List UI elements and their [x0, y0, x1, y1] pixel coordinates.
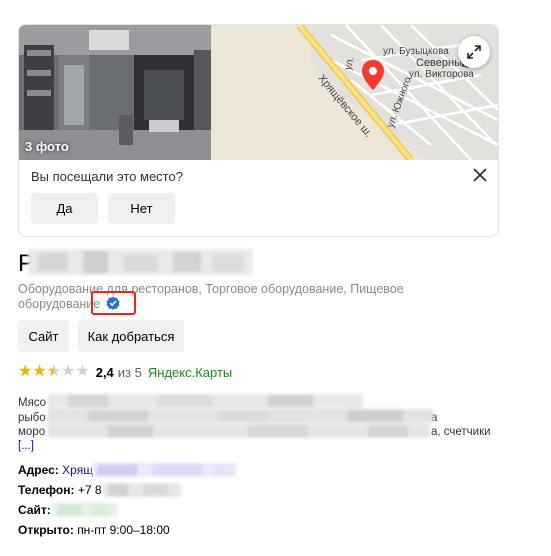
address-row: Адрес: Хрящ — [18, 463, 93, 477]
redacted-site[interactable] — [52, 503, 118, 517]
visit-question: Вы посещали это место? — [31, 169, 183, 184]
photo-count-label: 3 фото — [25, 139, 69, 154]
redacted-business-name — [28, 249, 253, 275]
place-card: 3 фото ул. Бузыцкова Северный ул. Виктор… — [18, 24, 499, 237]
map-street-label: ул. Бузыцкова — [383, 46, 449, 57]
place-photo[interactable]: 3 фото — [19, 25, 211, 160]
website-button[interactable]: Сайт — [18, 320, 69, 352]
site-label: Сайт: — [18, 503, 51, 517]
redacted-description — [48, 394, 433, 438]
map-pin-icon — [362, 60, 384, 90]
expand-map-button[interactable] — [458, 36, 490, 68]
hours-row: Открыто: пн-пт 9:00–18:00 — [18, 523, 170, 537]
site-row: Сайт: — [18, 503, 51, 517]
description-line: рыбо — [18, 412, 46, 424]
star-empty-icon: ★ — [75, 363, 90, 380]
star-empty-icon: ★ — [61, 363, 76, 380]
verified-badge-icon — [106, 296, 120, 310]
address-link[interactable]: Хрящ — [62, 463, 93, 477]
visited-yes-button[interactable]: Да — [31, 193, 98, 224]
phone-label: Телефон: — [18, 483, 75, 497]
visited-no-label: Нет — [130, 201, 153, 216]
phone-value[interactable]: +7 8 — [78, 483, 102, 497]
star-half-icon: ★ — [46, 363, 62, 380]
star-full-icon: ★ — [18, 363, 33, 380]
rating-row: ★ ★ ★ ★ ★ 2,4 из 5 Яндекс.Карты — [18, 364, 232, 380]
expand-icon — [467, 45, 481, 59]
description-more-link[interactable]: [...] — [18, 440, 34, 452]
website-button-label: Сайт — [28, 328, 59, 344]
rating-source-link[interactable]: Яндекс.Карты — [148, 365, 232, 380]
description-line: Мясо — [18, 397, 47, 409]
visited-no-button[interactable]: Нет — [108, 193, 175, 224]
phone-row: Телефон: +7 8 — [18, 483, 102, 497]
map-image — [211, 25, 498, 160]
map-street-label: ул. Викторова — [409, 69, 474, 80]
rating-max: из 5 — [117, 364, 142, 380]
rating-score: 2,4 — [95, 364, 114, 380]
address-label: Адрес: — [18, 463, 59, 477]
hours-value: пн-пт 9:00–18:00 — [77, 523, 170, 537]
redacted-address — [92, 463, 237, 477]
directions-button[interactable]: Как добраться — [78, 320, 184, 352]
map-preview[interactable]: ул. Бузыцкова Северный ул. Викторова Роз… — [211, 25, 498, 160]
business-categories: Оборудование для ресторанов, Торговое об… — [18, 282, 404, 311]
visited-yes-label: Да — [56, 201, 73, 216]
directions-button-label: Как добраться — [87, 328, 175, 344]
description-line: моро — [18, 426, 46, 438]
star-full-icon: ★ — [32, 363, 47, 380]
close-icon[interactable] — [472, 167, 488, 183]
hours-label: Открыто: — [18, 523, 74, 537]
description-line-end: а, счетчики — [431, 426, 491, 438]
redacted-phone — [103, 483, 181, 497]
